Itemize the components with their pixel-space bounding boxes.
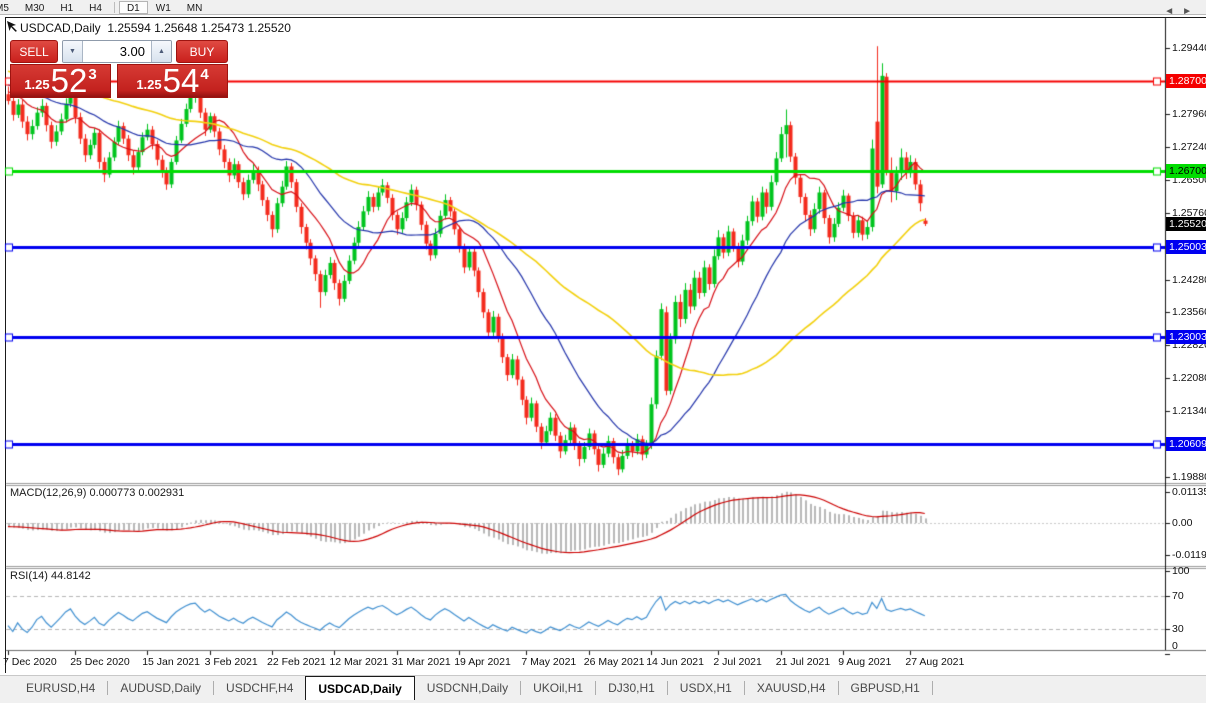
crosshair-cursor-icon [7, 21, 17, 32]
date-axis-label: 12 Mar 2021 [329, 656, 389, 668]
date-axis-label: 27 Aug 2021 [905, 656, 965, 668]
rsi-label: RSI(14) 44.8142 [10, 570, 91, 582]
price-axis-tick: 1.27240 [1172, 140, 1206, 153]
date-axis-label: 22 Feb 2021 [267, 656, 326, 668]
price-line-label: 1.25003 [1166, 240, 1206, 255]
trading-terminal: M5M30H1H4D1W1MN USDCAD,Daily 1.25594 1.2… [0, 0, 1206, 703]
tabbar-scroll-arrows[interactable]: ◄► [1164, 6, 1200, 17]
tab-separator [931, 681, 933, 695]
symbol-tab-usdchf[interactable]: USDCHF,H4 [214, 676, 305, 700]
chart-ohlc-values: 1.25594 1.25648 1.25473 1.25520 [107, 21, 291, 35]
current-price-label: 1.25520 [1166, 216, 1206, 231]
date-axis-label: 3 Feb 2021 [204, 656, 258, 668]
date-axis-label: 26 May 2021 [583, 656, 645, 668]
symbol-tab-xauusd[interactable]: XAUUSD,H4 [745, 676, 838, 700]
chart-title: USDCAD,Daily 1.25594 1.25648 1.25473 1.2… [20, 21, 291, 35]
rsi-axis-tick: 30 [1172, 623, 1184, 635]
symbol-tab-eurusd[interactable]: EURUSD,H4 [14, 676, 107, 700]
symbol-tab-usdcnh[interactable]: USDCNH,Daily [415, 676, 520, 700]
date-axis-label: 25 Dec 2020 [70, 656, 130, 668]
price-line-label: 1.23003 [1166, 329, 1206, 344]
macd-label: MACD(12,26,9) 0.000773 0.002931 [10, 487, 185, 499]
price-axis-tick: 1.19880 [1172, 470, 1206, 483]
volume-increase-button[interactable]: ▲ [151, 41, 171, 62]
volume-input[interactable]: 3.00 [83, 41, 151, 62]
price-line-label: 1.28700 [1166, 74, 1206, 89]
date-axis-label: 14 Jun 2021 [646, 656, 704, 668]
price-axis-tick: 1.21340 [1172, 405, 1206, 418]
rsi-axis-tick: 0 [1172, 640, 1178, 652]
one-click-trade-panel: SELL ▼ 3.00 ▲ BUY 1.25 52 3 1.25 54 4 [10, 40, 228, 98]
symbol-tab-dj30[interactable]: DJ30,H1 [596, 676, 667, 700]
date-axis-label: 2 Jul 2021 [713, 656, 762, 668]
volume-stepper: ▼ 3.00 ▲ [62, 40, 172, 63]
date-axis-label: 7 Dec 2020 [3, 656, 57, 668]
price-axis-tick: 1.29440 [1172, 42, 1206, 54]
bid-price-big: 52 [50, 62, 88, 99]
symbol-tab-audusd[interactable]: AUDUSD,Daily [108, 676, 213, 700]
sell-button[interactable]: SELL [10, 40, 58, 63]
price-line-label: 1.20609 [1166, 437, 1206, 452]
date-axis-label: 31 Mar 2021 [391, 656, 451, 668]
volume-decrease-button[interactable]: ▼ [63, 41, 83, 62]
symbol-tab-ukoil[interactable]: UKOil,H1 [521, 676, 595, 700]
ask-price-big: 54 [162, 62, 200, 99]
date-axis-label: 21 Jul 2021 [775, 656, 831, 668]
date-axis-label: 15 Jan 2021 [142, 656, 200, 668]
ask-price-prefix: 1.25 [136, 77, 162, 92]
bid-price-prefix: 1.25 [24, 77, 50, 92]
bid-price-tile[interactable]: 1.25 52 3 [10, 64, 111, 98]
price-axis-tick: 1.23560 [1172, 305, 1206, 318]
macd-axis-tick: 0.00 [1172, 517, 1193, 529]
price-axis-tick: 1.24280 [1172, 273, 1206, 286]
symbol-tab-usdcad[interactable]: USDCAD,Daily [305, 676, 415, 700]
symbol-tab-gbpusd[interactable]: GBPUSD,H1 [839, 676, 932, 700]
rsi-axis-tick: 70 [1172, 590, 1184, 602]
bid-price-pip: 3 [88, 66, 97, 83]
buy-button[interactable]: BUY [176, 40, 228, 63]
price-axis-tick: 1.27960 [1172, 108, 1206, 121]
symbol-tabbar: EURUSD,H4 AUDUSD,Daily USDCHF,H4 USDCAD,Dai… [0, 675, 1206, 703]
symbol-tab-usdx[interactable]: USDX,H1 [668, 676, 744, 700]
ask-price-tile[interactable]: 1.25 54 4 [117, 64, 228, 98]
date-axis-label: 7 May 2021 [521, 656, 577, 668]
price-axis-tick: 1.22080 [1172, 372, 1206, 385]
ask-price-pip: 4 [200, 66, 209, 83]
rsi-axis-tick: 100 [1172, 565, 1190, 578]
macd-axis-tick: 0.01135 [1172, 486, 1206, 498]
date-axis-label: 19 Apr 2021 [454, 656, 511, 668]
price-line-label: 1.26700 [1166, 163, 1206, 178]
chart-canvas[interactable] [0, 0, 1206, 703]
chart-symbol-period: USDCAD,Daily [20, 21, 101, 35]
date-axis-label: 9 Aug 2021 [838, 656, 892, 668]
macd-axis-tick: -0.01190 [1172, 549, 1206, 562]
